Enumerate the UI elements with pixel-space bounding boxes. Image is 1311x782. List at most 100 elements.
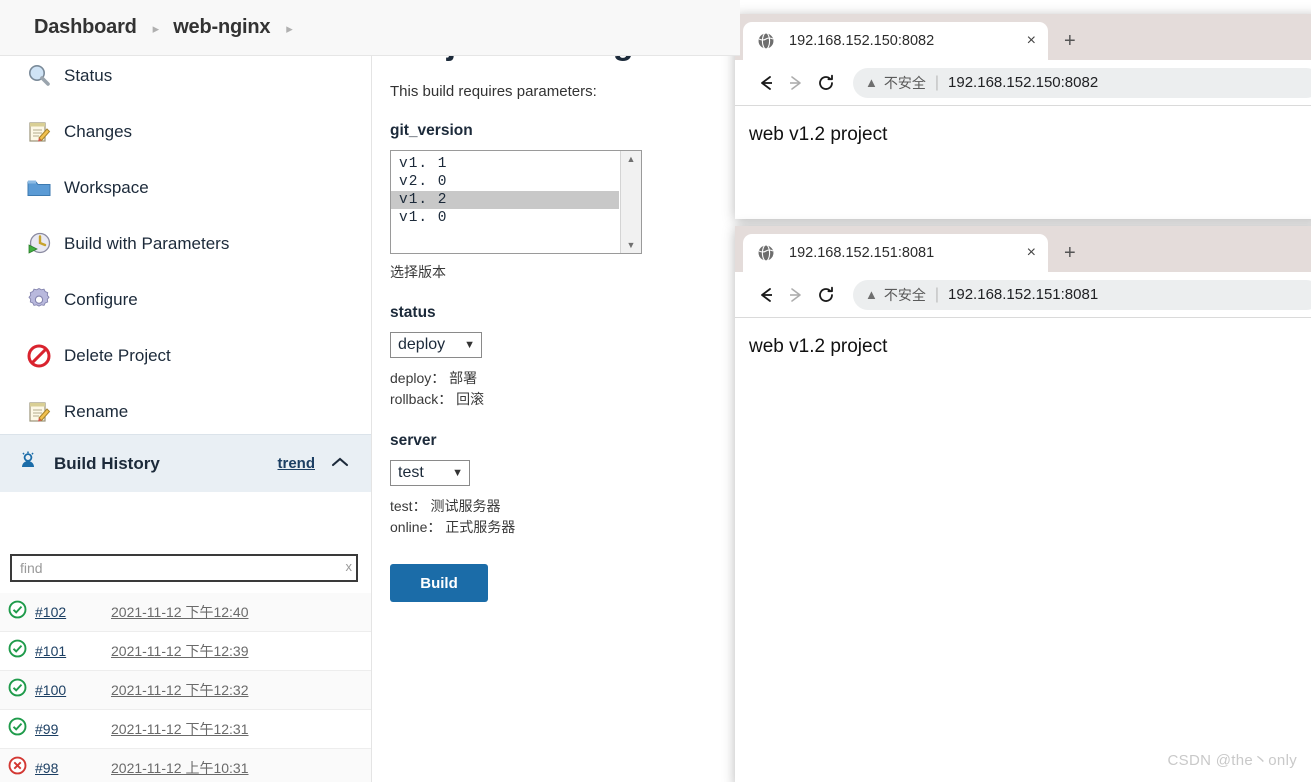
address-url: 192.168.152.150:8082	[948, 74, 1099, 91]
sidebar-item-label: Delete Project	[64, 346, 171, 365]
param-label-status: status	[390, 304, 436, 321]
tab-title: 192.168.152.150:8082	[789, 33, 935, 49]
breadcrumb: Dashboard ▸ web-nginx ▸	[0, 0, 740, 56]
table-row[interactable]: #99 2021-11-12 下午12:31	[0, 710, 371, 749]
browser-toolbar: ▲ 不安全 | 192.168.152.151:8081	[735, 272, 1311, 318]
no-entry-icon	[22, 343, 56, 369]
listbox-option[interactable]: v2. 0	[391, 173, 619, 191]
table-row[interactable]: #102 2021-11-12 下午12:40	[0, 593, 371, 632]
build-date-link[interactable]: 2021-11-12 下午12:32	[111, 680, 249, 700]
listbox-option[interactable]: v1. 1	[391, 155, 619, 173]
sidebar-item-delete-project[interactable]: Delete Project	[0, 328, 371, 384]
sidebar-item-label: Changes	[64, 122, 133, 141]
sidebar-item-build-with-parameters[interactable]: Build with Parameters	[0, 216, 371, 272]
breadcrumb-separator-icon: ▸	[152, 20, 160, 36]
scroll-down-icon[interactable]: ▼	[627, 240, 636, 250]
build-number-link[interactable]: #99	[35, 721, 87, 737]
browser-window-1: 192.168.152.150:8082 × + ▲ 不安全 | 192.168…	[735, 14, 1311, 219]
build-number-link[interactable]: #101	[35, 643, 87, 659]
status-badge	[8, 600, 27, 624]
param-label-server: server	[390, 432, 437, 449]
chevron-down-icon: ▼	[452, 467, 463, 479]
forward-icon[interactable]	[781, 285, 811, 305]
address-bar[interactable]: ▲ 不安全 | 192.168.152.151:8081	[853, 279, 1311, 310]
back-icon[interactable]	[751, 285, 781, 305]
sidebar-item-label: Status	[64, 66, 113, 85]
sidebar-item-label: Rename	[64, 402, 129, 421]
build-number-link[interactable]: #100	[35, 682, 87, 698]
find-input[interactable]	[10, 554, 358, 582]
close-icon[interactable]: ×	[1027, 33, 1036, 49]
build-history-find: x	[10, 554, 358, 582]
clear-find-icon[interactable]: x	[346, 559, 353, 574]
warning-triangle-icon: ▲	[865, 75, 878, 90]
build-number-link[interactable]: #98	[35, 760, 87, 776]
browser-tab[interactable]: 192.168.152.150:8082 ×	[743, 22, 1048, 60]
globe-icon	[757, 32, 775, 50]
new-tab-icon[interactable]: +	[1064, 31, 1076, 51]
build-date-link[interactable]: 2021-11-12 下午12:40	[111, 602, 249, 622]
sidebar-item-rename[interactable]: Rename	[0, 384, 371, 440]
build-button[interactable]: Build	[390, 564, 488, 602]
globe-icon	[757, 244, 775, 262]
back-icon[interactable]	[751, 73, 781, 93]
requires-parameters-text: This build requires parameters:	[390, 83, 597, 100]
listbox-option-selected[interactable]: v1. 2	[391, 191, 619, 209]
breadcrumb-item-project[interactable]: web-nginx	[173, 16, 270, 39]
address-url: 192.168.152.151:8081	[948, 286, 1099, 303]
scroll-up-icon[interactable]: ▲	[627, 154, 636, 164]
table-row[interactable]: #100 2021-11-12 下午12:32	[0, 671, 371, 710]
table-row[interactable]: #98 2021-11-12 上午10:31	[0, 749, 371, 782]
sidebar-item-workspace[interactable]: Workspace	[0, 160, 371, 216]
security-warning-text: 不安全	[883, 74, 926, 91]
status-badge	[8, 756, 27, 780]
build-date-link[interactable]: 2021-11-12 上午10:31	[111, 758, 249, 778]
server-description-test: test： 测试服务器	[390, 498, 501, 514]
page-viewport: web v1.2 project	[735, 106, 1311, 146]
build-date-link[interactable]: 2021-11-12 下午12:39	[111, 641, 249, 661]
build-history-list: #102 2021-11-12 下午12:40 #101 2021-11-12 …	[0, 593, 371, 782]
chevron-up-icon[interactable]	[331, 455, 349, 472]
sidebar-item-changes[interactable]: Changes	[0, 104, 371, 160]
listbox-option[interactable]: v1. 0	[391, 209, 619, 227]
build-number-link[interactable]: #102	[35, 604, 87, 620]
gear-icon	[22, 287, 56, 313]
forward-icon[interactable]	[781, 73, 811, 93]
address-divider: |	[934, 285, 940, 303]
main-content: Project web-nginx This build requires pa…	[372, 0, 740, 782]
git-version-listbox[interactable]: v1. 1 v2. 0 v1. 2 v1. 0 ▲ ▼	[390, 150, 642, 254]
sidebar-item-configure[interactable]: Configure	[0, 272, 371, 328]
close-icon[interactable]: ×	[1027, 245, 1036, 261]
status-badge	[8, 678, 27, 702]
server-select[interactable]: test ▼	[390, 460, 470, 486]
status-select[interactable]: deploy ▼	[390, 332, 482, 358]
table-row[interactable]: #101 2021-11-12 下午12:39	[0, 632, 371, 671]
sidebar-item-label: Workspace	[64, 178, 149, 197]
build-history-title: Build History	[54, 453, 160, 473]
notepad-pencil-icon	[22, 119, 56, 145]
reload-icon[interactable]	[811, 285, 841, 305]
breadcrumb-item-dashboard[interactable]: Dashboard	[34, 16, 137, 39]
build-history-icon	[16, 449, 40, 478]
status-description-deploy: deploy： 部署	[390, 370, 478, 386]
sidebar-item-status[interactable]: Status	[0, 56, 371, 104]
address-divider: |	[934, 73, 940, 91]
chevron-down-icon: ▼	[464, 339, 475, 351]
reload-icon[interactable]	[811, 73, 841, 93]
security-warning-text: 不安全	[883, 286, 926, 303]
listbox-scrollbar[interactable]: ▲ ▼	[620, 151, 641, 253]
build-date-link[interactable]: 2021-11-12 下午12:31	[111, 719, 249, 739]
clock-play-icon	[22, 231, 56, 257]
tab-strip: 192.168.152.151:8081 × +	[735, 226, 1311, 272]
git-version-description: 选择版本	[390, 264, 446, 280]
address-bar[interactable]: ▲ 不安全 | 192.168.152.150:8082	[853, 67, 1311, 98]
watermark: CSDN @the丶only	[1167, 752, 1297, 769]
magnifier-icon	[22, 63, 56, 89]
page-viewport: web v1.2 project	[735, 318, 1311, 358]
build-history-trend-link[interactable]: trend	[278, 455, 316, 472]
browser-tab[interactable]: 192.168.152.151:8081 ×	[743, 234, 1048, 272]
status-description-rollback: rollback： 回滚	[390, 391, 485, 407]
page-body-text: web v1.2 project	[749, 336, 888, 357]
new-tab-icon[interactable]: +	[1064, 243, 1076, 263]
folder-icon	[22, 175, 56, 201]
